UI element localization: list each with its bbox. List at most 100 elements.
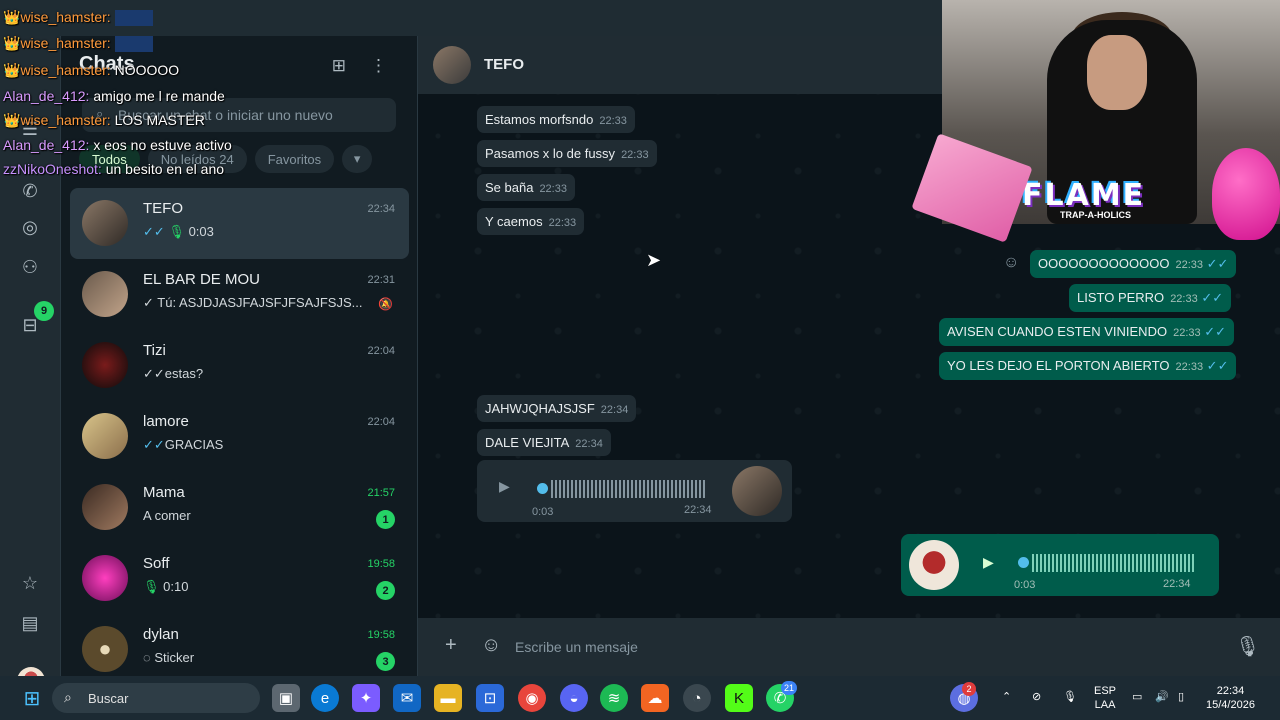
chevron-down-icon[interactable]: ▾ — [342, 145, 373, 173]
communities-icon[interactable]: ⚇ — [17, 254, 43, 280]
menu-icon[interactable]: ⋮ — [370, 56, 387, 76]
waveform[interactable] — [551, 480, 707, 498]
sender-avatar — [732, 466, 782, 516]
stream-logo: FLAME — [1022, 178, 1146, 213]
buddha-sticker — [1212, 148, 1280, 240]
message-out: LISTO PERRO 22:33 ✓✓ — [1069, 284, 1232, 312]
chat-name: Soff — [143, 555, 170, 572]
chat-time: 19:58 — [367, 558, 395, 570]
kick-icon[interactable]: K — [725, 684, 753, 712]
contact-avatar[interactable] — [433, 46, 471, 84]
chat-preview: 0:03 — [188, 224, 214, 239]
calls-icon[interactable]: ✆ — [17, 178, 43, 204]
message-in: JAHWJQHAJSJSF 22:34 — [477, 395, 637, 422]
chat-item-lamore[interactable]: lamore 22:04 ✓✓GRACIAS — [70, 401, 409, 472]
message-out: AVISEN CUANDO ESTEN VINIENDO 22:33 ✓✓ — [939, 318, 1235, 346]
chat-item-el-bar-de-mou[interactable]: EL BAR DE MOU 22:31 ✓ Tú: ASJDJASJFAJSFJ… — [70, 259, 409, 330]
clock[interactable]: 22:34 15/4/2026 — [1206, 684, 1255, 712]
waveform[interactable] — [1032, 554, 1195, 572]
chat-list: TEFO 22:34 ✓✓ 🎙 0:03 EL BAR DE MOU 22:31… — [61, 188, 418, 685]
read-ticks-icon: ✓✓ — [143, 224, 165, 239]
default-avatar-icon: ● — [82, 626, 128, 672]
chat-item-tefo[interactable]: TEFO 22:34 ✓✓ 🎙 0:03 — [70, 188, 409, 259]
chat-preview: Tú: ASJDJASJFAJSFJFSAJFSJS... — [157, 295, 363, 310]
edge-icon[interactable]: e — [311, 684, 339, 712]
chat-item-mama[interactable]: Mama 21:57 A comer 1 — [70, 472, 409, 543]
message-in: Estamos morfsndo 22:33 — [477, 106, 635, 133]
language-indicator[interactable]: ESP LAA — [1094, 684, 1116, 712]
avatar — [82, 342, 128, 388]
playback-handle[interactable] — [1018, 557, 1029, 568]
playback-handle[interactable] — [537, 483, 548, 494]
chat-item-tizi[interactable]: Tizi 22:04 ✓✓estas? — [70, 330, 409, 401]
stream-chat-line: 👑wise_hamster: — [3, 9, 153, 27]
stream-chat-line: Alan_de_412: x eos no estuve activo — [3, 137, 232, 153]
message-placeholder: Escribe un mensaje — [515, 639, 638, 655]
chat-name: Tizi — [143, 342, 166, 359]
display-icon[interactable]: ▭ — [1132, 690, 1142, 704]
stream-chat-line: Alan_de_412: amigo me l re mande — [3, 88, 225, 104]
stream-chat-line: 👑wise_hamster: LOS MASTER — [3, 112, 205, 128]
volume-icon[interactable]: 🔊 — [1155, 690, 1169, 704]
soundcloud-icon[interactable]: ☁ — [641, 684, 669, 712]
chat-preview: A comer — [143, 508, 191, 523]
mic-icon: 🎙 — [143, 579, 160, 594]
discord-icon[interactable]: ◒ — [560, 684, 588, 712]
sender-avatar — [909, 540, 959, 590]
sticker-icon: ◌ — [143, 650, 151, 665]
voice-message-out: ▶ 0:03 22:34 — [901, 534, 1219, 596]
chat-name: Mama — [143, 484, 185, 501]
chrome-icon[interactable]: ◉ — [518, 684, 546, 712]
mouse-cursor-icon: ➤ — [646, 250, 662, 270]
microphone-icon[interactable]: 🎙 — [1063, 690, 1077, 704]
stream-chat-line: zzNikoOneshot: un besito en el ano — [3, 161, 225, 177]
chat-list-panel: Chats ⊞ ⋮ ⌕ Buscar un chat o iniciar uno… — [61, 36, 418, 676]
message-out: OOOOOOOOOOOOO 22:33 ✓✓ — [1030, 250, 1237, 278]
plus-icon[interactable]: + — [445, 634, 457, 657]
battery-icon[interactable]: ▯ — [1178, 690, 1184, 704]
chat-preview: estas? — [164, 366, 204, 381]
stream-chat-line: 👑wise_hamster: NOOOOO — [3, 62, 180, 78]
muted-icon: 🔕 — [378, 297, 393, 311]
voice-time: 22:34 — [684, 504, 712, 516]
nav-rail: ☰ ✆ ◎ ⚇ ⊟ 9 ☆ ▤ — [0, 36, 61, 695]
chat-item-dylan[interactable]: ● dylan 19:58 ◌ Sticker 3 — [70, 614, 409, 685]
store-icon[interactable]: ⊡ — [476, 684, 504, 712]
obs-icon[interactable]: ◔ — [683, 684, 711, 712]
new-chat-icon[interactable]: ⊞ — [332, 56, 346, 76]
play-icon[interactable]: ▶ — [499, 478, 510, 495]
outlook-icon[interactable]: ✉ — [393, 684, 421, 712]
file-explorer-icon[interactable]: ▬ — [434, 684, 462, 712]
emoji-icon[interactable]: ☺ — [481, 634, 501, 657]
copilot-icon[interactable]: ✦ — [352, 684, 380, 712]
play-icon[interactable]: ▶ — [983, 554, 994, 571]
chat-time: 22:04 — [367, 345, 395, 357]
avatar — [82, 271, 128, 317]
unread-badge: 2 — [376, 581, 395, 600]
network-off-icon[interactable]: ⊘ — [1032, 690, 1041, 704]
starred-icon[interactable]: ☆ — [17, 570, 43, 596]
spotify-icon[interactable]: ≋ — [600, 684, 628, 712]
unread-badge: 3 — [376, 652, 395, 671]
chat-time: 22:04 — [367, 416, 395, 428]
sent-tick-icon: ✓ — [143, 295, 154, 310]
windows-start-icon[interactable]: ⊞ — [18, 684, 46, 712]
taxi-emote-icon — [114, 10, 153, 27]
chevron-up-icon[interactable]: ⌃ — [1002, 690, 1011, 704]
message-in: Y caemos 22:33 — [477, 208, 585, 235]
chat-item-soff[interactable]: Soff 19:58 🎙 0:10 2 — [70, 543, 409, 614]
media-icon[interactable]: ▤ — [17, 610, 43, 636]
voice-message-in: ▶ 0:03 22:34 — [477, 460, 792, 522]
filter-favorites[interactable]: Favoritos — [254, 145, 335, 173]
chat-preview: GRACIAS — [164, 437, 224, 452]
emoji-react-icon[interactable]: ☺ — [1003, 254, 1019, 272]
task-view-icon[interactable]: ▣ — [272, 684, 300, 712]
message-in: DALE VIEJITA 22:34 — [477, 429, 611, 456]
avatar — [82, 413, 128, 459]
chat-time: 22:34 — [367, 203, 395, 215]
status-icon[interactable]: ◎ — [17, 214, 43, 240]
chat-name: dylan — [143, 626, 179, 643]
message-input[interactable]: Escribe un mensaje — [500, 628, 1220, 666]
microphone-icon[interactable]: 🎙 — [1235, 634, 1260, 659]
taskbar-search[interactable]: ⌕ Buscar — [52, 683, 260, 713]
